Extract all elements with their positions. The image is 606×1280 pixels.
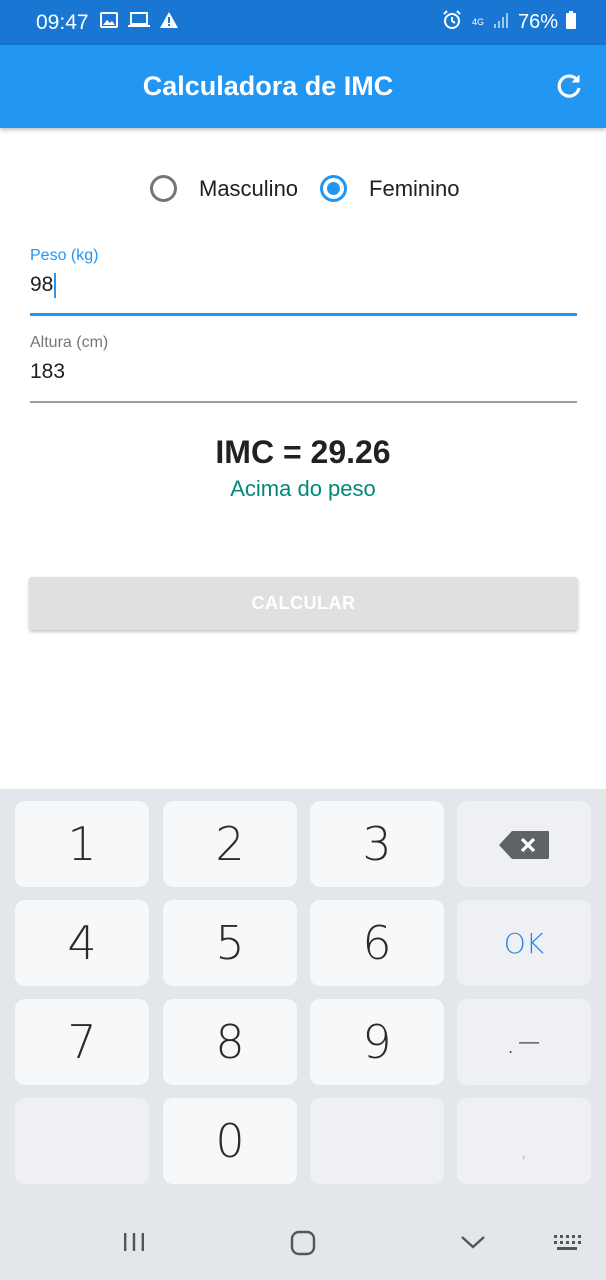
status-time: 09:47: [36, 11, 89, 34]
height-underline: [30, 401, 577, 403]
radio-label-masculino: Masculino: [199, 175, 299, 201]
network-type: 4G: [471, 17, 484, 27]
hide-keyboard-button[interactable]: [460, 1232, 486, 1257]
chevron-down-icon: [460, 1236, 486, 1256]
laptop-icon: [128, 12, 150, 33]
app-bar: Calculadora de IMC: [0, 45, 606, 128]
status-bar: 09:47 4G 76%: [0, 0, 606, 45]
system-nav-bar: [0, 1200, 606, 1280]
weight-field[interactable]: Peso (kg) 98: [30, 247, 577, 316]
radio-label-feminino: Feminino: [369, 175, 460, 201]
comma-key[interactable]: ,: [457, 1098, 591, 1184]
key-0[interactable]: 0: [163, 1098, 297, 1184]
ok-key[interactable]: OK: [457, 900, 591, 986]
key-7[interactable]: 7: [15, 999, 149, 1085]
weight-label: Peso (kg): [30, 247, 99, 264]
height-label: Altura (cm): [30, 334, 109, 351]
key-4[interactable]: 4: [15, 900, 149, 986]
key-6[interactable]: 6: [310, 900, 444, 986]
imc-status: Acima do peso: [230, 476, 376, 501]
radio-masculino[interactable]: Masculino: [150, 175, 298, 202]
keyboard-icon: [553, 1235, 581, 1256]
blank-key-left: [15, 1098, 149, 1184]
recent-apps-icon: [122, 1233, 146, 1258]
battery-percent: 76%: [517, 11, 558, 33]
weight-value: 98: [30, 273, 54, 296]
backspace-key[interactable]: [457, 801, 591, 887]
warning-icon: [160, 12, 178, 33]
height-value: 183: [30, 360, 66, 383]
calculate-button[interactable]: CALCULAR: [29, 577, 578, 630]
home-icon: [290, 1230, 316, 1260]
refresh-icon: [554, 74, 584, 105]
radio-unchecked-icon: [150, 175, 177, 202]
home-button[interactable]: [290, 1230, 316, 1261]
key-5[interactable]: 5: [163, 900, 297, 986]
key-3[interactable]: 3: [310, 801, 444, 887]
key-2[interactable]: 2: [163, 801, 297, 887]
alarm-icon: [442, 10, 462, 35]
height-field[interactable]: Altura (cm) 183: [30, 334, 577, 403]
key-9[interactable]: 9: [310, 999, 444, 1085]
battery-icon: [566, 11, 576, 34]
signal-icon: [493, 12, 510, 33]
blank-key-right: [310, 1098, 444, 1184]
imc-result: IMC = 29.26: [215, 434, 391, 470]
weight-underline: [30, 313, 577, 316]
gender-radio-group: Masculino Feminino: [150, 175, 460, 202]
key-1[interactable]: 1: [15, 801, 149, 887]
backspace-icon: [498, 817, 550, 871]
key-8[interactable]: 8: [163, 999, 297, 1085]
app-title: Calculadora de IMC: [142, 71, 394, 101]
weight-input[interactable]: 98: [30, 272, 577, 298]
radio-checked-icon: [320, 175, 348, 202]
refresh-button[interactable]: [554, 71, 584, 101]
keyboard-switch-button[interactable]: [553, 1234, 581, 1257]
radio-feminino[interactable]: Feminino: [320, 175, 460, 202]
text-caret: [54, 272, 57, 298]
image-icon: [100, 12, 118, 33]
height-input[interactable]: 183: [30, 359, 577, 385]
recent-apps-button[interactable]: [122, 1230, 146, 1259]
dot-minus-key[interactable]: .−: [457, 999, 591, 1085]
